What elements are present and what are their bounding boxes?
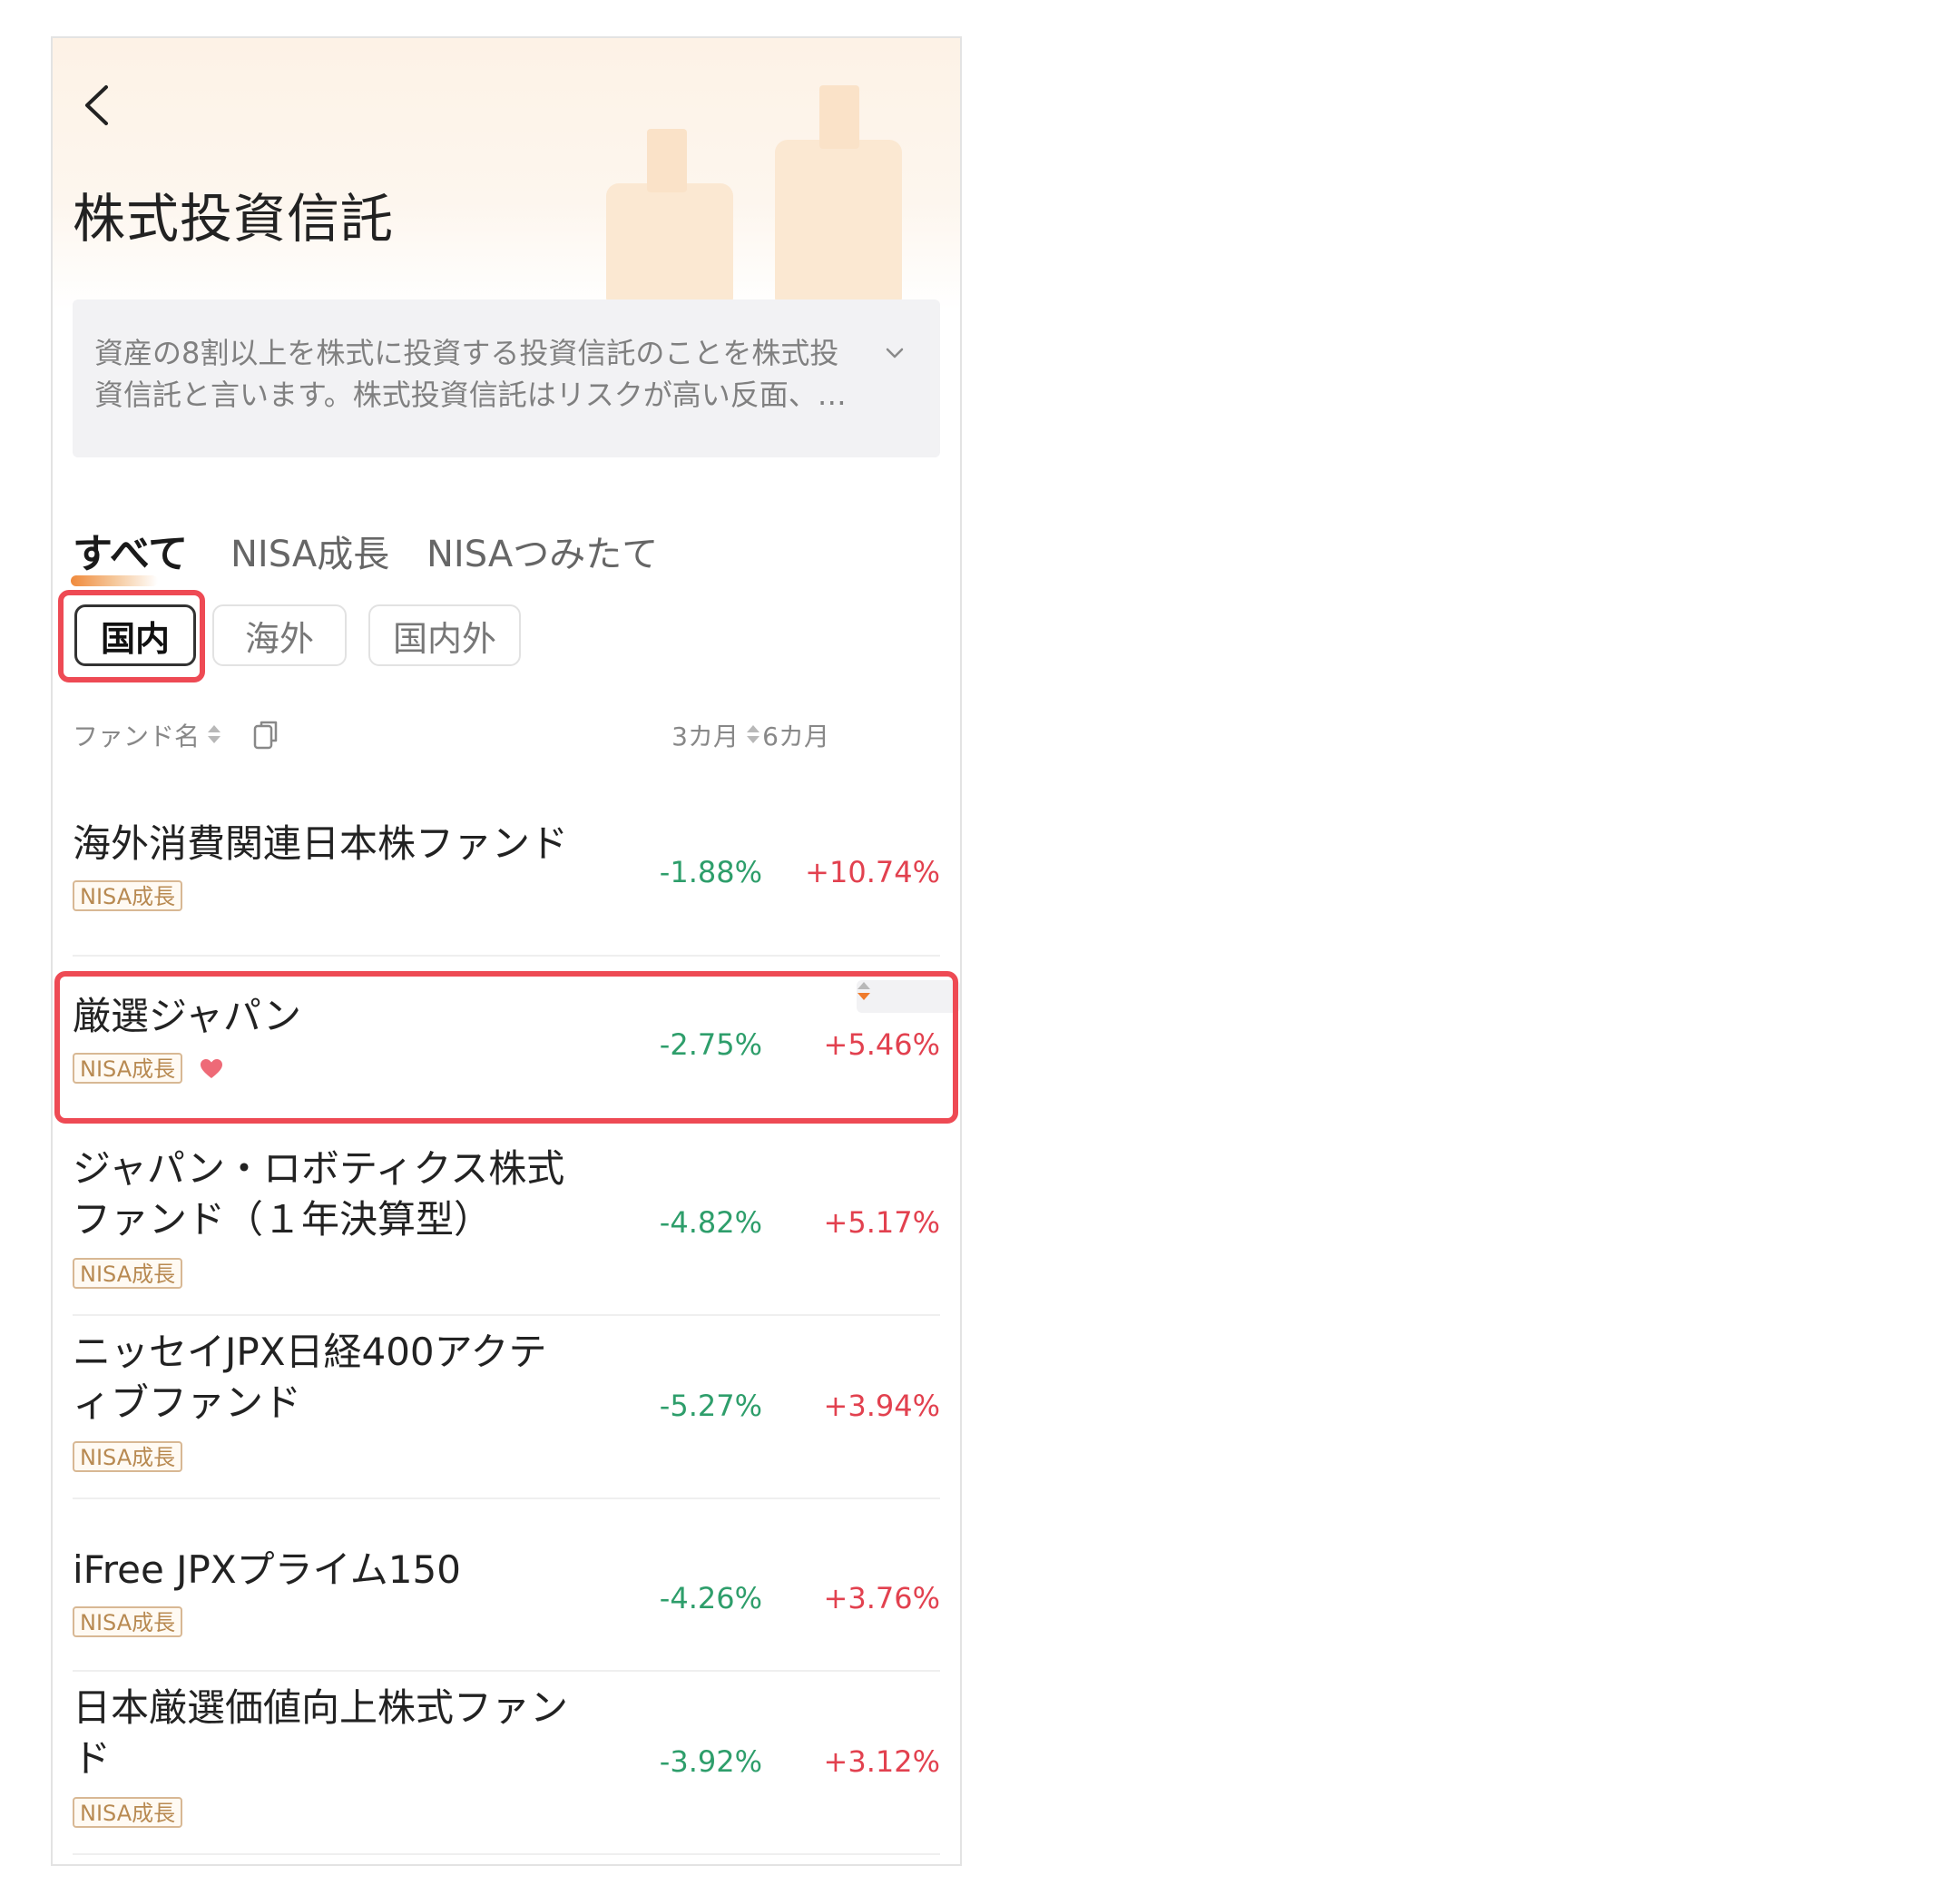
nisa-badge: NISA成長 <box>73 1258 183 1289</box>
nisa-badge: NISA成長 <box>73 880 183 911</box>
tab-nisa-tsumitate[interactable]: NISAつみたて <box>426 525 658 577</box>
fund-name: iFree JPXプライム150 <box>73 1547 461 1592</box>
row-divider <box>73 1853 940 1855</box>
return-3m: -4.82% <box>659 1205 762 1240</box>
copy-icon[interactable] <box>252 719 281 751</box>
chip-overseas[interactable]: 海外 <box>212 604 347 666</box>
description-text: 資産の8割以上を株式に投資する投資信託のことを株式投資信託と言います。株式投資信… <box>94 336 847 412</box>
row-divider <box>73 1314 940 1316</box>
back-button[interactable] <box>74 78 118 133</box>
header-background <box>53 38 960 310</box>
fund-name: 海外消費関連日本株ファンド <box>73 821 569 866</box>
return-3m: -2.75% <box>659 1027 762 1062</box>
table-row[interactable]: iFree JPXプライム150 NISA成長 -4.26% +3.76% <box>73 1545 940 1672</box>
return-6m: +10.74% <box>805 855 940 889</box>
description-box[interactable]: 資産の8割以上を株式に投資する投資信託のことを株式投資信託と言います。株式投資信… <box>73 299 940 457</box>
chevron-left-icon <box>85 85 108 125</box>
row-divider <box>73 955 940 957</box>
nisa-badge: NISA成長 <box>73 1606 183 1637</box>
return-3m: -4.26% <box>659 1581 762 1615</box>
return-6m: +3.94% <box>823 1389 940 1423</box>
phone-screen: 株式投資信託 資産の8割以上を株式に投資する投資信託のことを株式投資信託と言いま… <box>51 36 962 1866</box>
sort-icon[interactable] <box>207 723 221 747</box>
chevron-down-icon[interactable] <box>886 347 904 359</box>
heart-icon <box>201 1059 222 1078</box>
table-row[interactable]: 海外消費関連日本株ファンド NISA成長 -1.88% +10.74% <box>73 819 940 946</box>
return-6m: +3.76% <box>823 1581 940 1615</box>
return-6m: +5.17% <box>823 1205 940 1240</box>
return-3m: -1.88% <box>659 855 762 889</box>
table-row[interactable]: 日本厳選価値向上株式ファンド NISA成長 -3.92% +3.12% <box>73 1683 940 1864</box>
nisa-badge: NISA成長 <box>73 1441 183 1472</box>
return-3m: -5.27% <box>659 1389 762 1423</box>
table-row[interactable]: 厳選ジャパン NISA成長 -2.75% +5.46% <box>73 991 940 1118</box>
tab-all[interactable]: すべて <box>71 521 188 586</box>
header-fund-name[interactable]: ファンド名 <box>73 717 281 753</box>
chip-domestic[interactable]: 国内 <box>74 604 196 666</box>
fund-name: 日本厳選価値向上株式ファンド <box>73 1685 569 1781</box>
sort-icon[interactable] <box>746 723 760 747</box>
table-row[interactable]: ジャパン・ロボティクス株式ファンド（１年決算型） NISA成長 -4.82% +… <box>73 1144 940 1334</box>
return-6m: +5.46% <box>823 1027 940 1062</box>
chip-domestic-overseas[interactable]: 国内外 <box>368 604 521 666</box>
fund-name: ジャパン・ロボティクス株式ファンド（１年決算型） <box>73 1146 565 1242</box>
table-row[interactable]: ニッセイJPX日経400アクティブファンド NISA成長 -5.27% +3.9… <box>73 1327 940 1517</box>
row-divider <box>73 1670 940 1672</box>
fund-name: 厳選ジャパン <box>73 994 302 1038</box>
tab-nisa-growth[interactable]: NISA成長 <box>230 525 389 577</box>
header-3m[interactable]: 3カ月 <box>652 717 760 753</box>
nisa-badge: NISA成長 <box>73 1053 183 1084</box>
fund-name: ニッセイJPX日経400アクティブファンド <box>73 1330 547 1425</box>
nisa-badge: NISA成長 <box>73 1797 183 1828</box>
return-6m: +3.12% <box>823 1744 940 1779</box>
return-3m: -3.92% <box>659 1744 762 1779</box>
header-6m[interactable]: 6カ月 <box>762 717 960 1013</box>
row-divider <box>73 1497 940 1499</box>
page-title: 株式投資信託 <box>73 188 395 250</box>
